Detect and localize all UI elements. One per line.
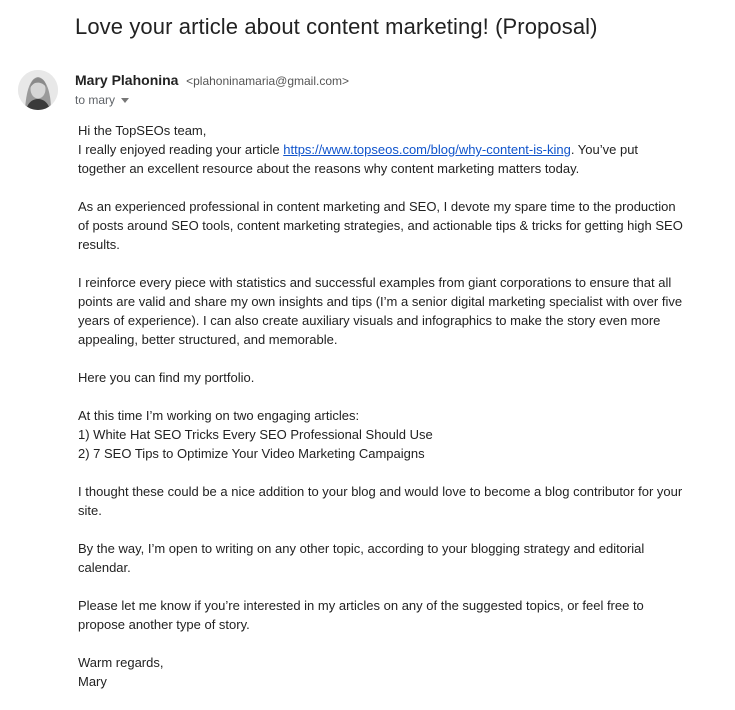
signature-block: Warm regards, Mary xyxy=(78,653,683,691)
article-list: At this time I’m working on two engaging… xyxy=(78,406,683,463)
email-subject: Love your article about content marketin… xyxy=(75,14,598,39)
body-paragraph: As an experienced professional in conten… xyxy=(78,199,683,252)
list-intro: At this time I’m working on two engaging… xyxy=(78,408,360,423)
caret-down-icon[interactable] xyxy=(121,97,130,103)
avatar-photo-icon xyxy=(18,70,58,110)
list-item: 2) 7 SEO Tips to Optimize Your Video Mar… xyxy=(78,446,425,461)
body-paragraph: Please let me know if you’re interested … xyxy=(78,598,644,632)
body-paragraph: Here you can find my portfolio. xyxy=(78,370,255,385)
recipient-label: to mary xyxy=(75,93,116,107)
sender-name[interactable]: Mary Plahonina xyxy=(75,72,178,88)
sender-email: <plahoninamaria@gmail.com> xyxy=(186,74,350,88)
body-paragraph: Hi the TopSEOs team, I really enjoyed re… xyxy=(78,121,683,178)
greeting: Hi the TopSEOs team, xyxy=(78,123,207,138)
list-item: 1) White Hat SEO Tricks Every SEO Profes… xyxy=(78,427,433,442)
signature-name: Mary xyxy=(78,674,107,689)
recipient-line[interactable]: to mary xyxy=(75,93,130,107)
sender-avatar[interactable] xyxy=(18,70,58,110)
sender-line: Mary Plahonina <plahoninamaria@gmail.com… xyxy=(75,72,349,88)
body-paragraph: I thought these could be a nice addition… xyxy=(78,484,683,518)
body-paragraph: By the way, I’m open to writing on any o… xyxy=(78,541,645,575)
body-paragraph: I reinforce every piece with statistics … xyxy=(78,275,683,347)
email-body: Hi the TopSEOs team, I really enjoyed re… xyxy=(78,121,683,710)
body-text: I really enjoyed reading your article xyxy=(78,142,284,157)
article-link[interactable]: https://www.topseos.com/blog/why-content… xyxy=(283,142,571,157)
signoff: Warm regards, xyxy=(78,655,164,670)
